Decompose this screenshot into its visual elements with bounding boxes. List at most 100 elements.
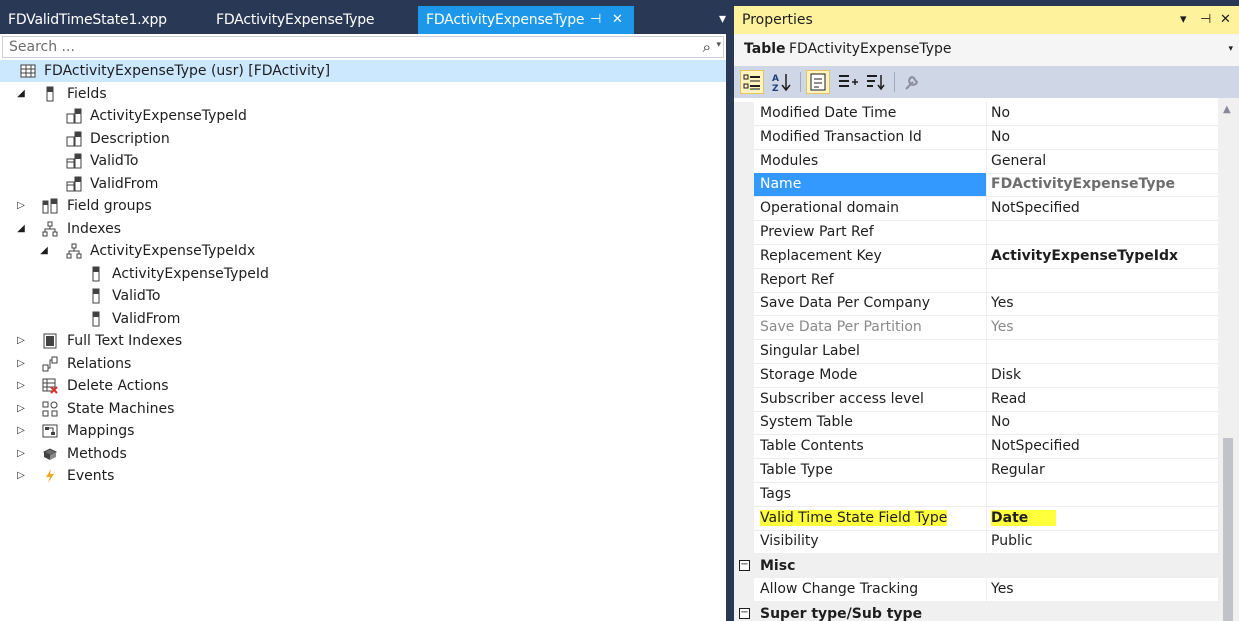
tree-item-index-field-activityexpensetypeid[interactable]: ActivityExpenseTypeId bbox=[0, 263, 726, 285]
tree-item-indexes[interactable]: ◢ Indexes bbox=[0, 218, 726, 240]
property-grid-scrollbar[interactable]: ▲ bbox=[1218, 98, 1239, 621]
property-row[interactable]: Modified Date Time No bbox=[734, 102, 1218, 126]
property-row[interactable]: Preview Part Ref bbox=[734, 221, 1218, 245]
property-row[interactable]: Save Data Per Partition Yes bbox=[734, 316, 1218, 341]
collapse-arrow-icon[interactable]: ◢ bbox=[14, 83, 28, 105]
expand-arrow-icon[interactable]: ▷ bbox=[14, 375, 28, 397]
tree-item-full-text-indexes[interactable]: ▷ Full Text Indexes bbox=[0, 330, 726, 352]
property-value[interactable]: No bbox=[987, 102, 1218, 125]
property-row[interactable]: Storage Mode Disk bbox=[734, 363, 1218, 388]
properties-button[interactable] bbox=[806, 70, 830, 94]
tree-item-delete-actions[interactable]: ▷ Delete Actions bbox=[0, 375, 726, 397]
property-row[interactable]: Replacement Key ActivityExpenseTypeIdx bbox=[734, 244, 1218, 269]
expand-arrow-icon[interactable]: ▷ bbox=[14, 195, 28, 217]
tree-item-mappings[interactable]: ▷ Mappings bbox=[0, 420, 726, 442]
property-row[interactable]: Allow Change Tracking Yes bbox=[734, 578, 1218, 602]
property-row[interactable]: Valid Time State Field Type Date bbox=[734, 506, 1218, 531]
events-button[interactable] bbox=[836, 70, 860, 94]
tree-item-fields[interactable]: ◢ Fields bbox=[0, 83, 726, 105]
expand-arrow-icon[interactable]: ▷ bbox=[14, 465, 28, 487]
close-icon[interactable]: ✕ bbox=[1220, 6, 1231, 34]
property-row[interactable]: Name FDActivityExpenseType bbox=[734, 173, 1218, 198]
scrollbar-thumb[interactable] bbox=[1223, 438, 1233, 621]
tree-item-relations[interactable]: ▷ Relations bbox=[0, 353, 726, 375]
tree-item-state-machines[interactable]: ▷ State Machines bbox=[0, 398, 726, 420]
collapse-arrow-icon[interactable]: ◢ bbox=[14, 218, 28, 240]
expand-arrow-icon[interactable]: ▷ bbox=[14, 353, 28, 375]
property-value[interactable]: General bbox=[987, 150, 1218, 173]
property-row[interactable]: Table Type Regular bbox=[734, 459, 1218, 483]
expand-arrow-icon[interactable]: ▷ bbox=[14, 443, 28, 465]
tab-fdactivityexpensetype[interactable]: FDActivityExpenseType bbox=[208, 6, 414, 34]
property-value[interactable] bbox=[987, 483, 1218, 506]
property-value[interactable]: Public bbox=[987, 530, 1218, 553]
pin-icon[interactable]: ⊣ bbox=[1200, 6, 1211, 34]
tree-item-field-description[interactable]: Description bbox=[0, 128, 726, 150]
expand-arrow-icon[interactable]: ▷ bbox=[14, 398, 28, 420]
sort-button[interactable] bbox=[864, 70, 888, 94]
property-row[interactable]: Operational domain NotSpecified bbox=[734, 197, 1218, 222]
property-pages-button[interactable] bbox=[900, 70, 924, 94]
property-value[interactable]: NotSpecified bbox=[987, 435, 1218, 458]
tree-item-methods[interactable]: ▷ Methods bbox=[0, 443, 726, 465]
tree-item-events[interactable]: ▷ Events bbox=[0, 465, 726, 487]
property-value[interactable]: Yes bbox=[987, 578, 1218, 601]
property-category[interactable]: − Misc bbox=[734, 554, 1218, 579]
property-row[interactable]: Visibility Public bbox=[734, 530, 1218, 555]
property-category[interactable]: − Super type/Sub type bbox=[734, 601, 1218, 621]
property-row[interactable]: Save Data Per Company Yes bbox=[734, 292, 1218, 317]
property-value[interactable]: Yes bbox=[987, 292, 1218, 315]
search-input[interactable] bbox=[9, 37, 669, 57]
tree-item-field-validto[interactable]: ValidTo bbox=[0, 150, 726, 172]
tree-item-field-groups[interactable]: ▷ Field groups bbox=[0, 195, 726, 217]
tree-item-field-validfrom[interactable]: ValidFrom bbox=[0, 173, 726, 195]
property-row[interactable]: Report Ref bbox=[734, 268, 1218, 293]
property-value[interactable]: Regular bbox=[987, 459, 1218, 482]
expand-arrow-icon[interactable]: ▷ bbox=[14, 420, 28, 442]
property-value[interactable] bbox=[987, 340, 1218, 363]
categorized-button[interactable] bbox=[740, 70, 764, 94]
tree-item-index-activityexpensetypeidx[interactable]: ◢ ActivityExpenseTypeIdx bbox=[0, 240, 726, 262]
collapse-arrow-icon[interactable]: ◢ bbox=[37, 240, 51, 262]
tab-fdvalidtimestate1[interactable]: FDValidTimeState1.xpp bbox=[0, 6, 206, 34]
property-value[interactable]: Read bbox=[987, 388, 1218, 411]
property-row[interactable]: Singular Label bbox=[734, 340, 1218, 364]
expand-arrow-icon[interactable]: ▷ bbox=[14, 330, 28, 352]
property-row[interactable]: Tags bbox=[734, 482, 1218, 507]
tab-fdactivityexpensetype-active[interactable]: FDActivityExpenseType ⊣ ✕ bbox=[418, 6, 634, 34]
object-selector[interactable]: Table FDActivityExpenseType ▾ bbox=[734, 34, 1239, 66]
tree-item-label: ActivityExpenseTypeId bbox=[90, 108, 247, 124]
property-row[interactable]: Subscriber access level Read bbox=[734, 387, 1218, 412]
tree-item-root[interactable]: FDActivityExpenseType (usr) [FDActivity] bbox=[0, 60, 726, 82]
property-row-gutter bbox=[734, 292, 754, 317]
property-value[interactable] bbox=[987, 269, 1218, 292]
property-value[interactable]: No bbox=[987, 411, 1218, 434]
alphabetical-button[interactable]: A Z bbox=[770, 70, 794, 94]
property-row[interactable]: Modules General bbox=[734, 149, 1218, 174]
tree-item-index-field-validto[interactable]: ValidTo bbox=[0, 285, 726, 307]
tree-item-field-activityexpensetypeid[interactable]: ActivityExpenseTypeId bbox=[0, 105, 726, 127]
property-value[interactable]: ActivityExpenseTypeIdx bbox=[987, 245, 1218, 268]
tree-item-index-field-validfrom[interactable]: ValidFrom bbox=[0, 308, 726, 330]
collapse-category-icon[interactable]: − bbox=[739, 560, 750, 572]
chevron-down-icon[interactable]: ▾ bbox=[1228, 44, 1233, 54]
collapse-category-icon[interactable]: − bbox=[739, 607, 750, 619]
search-icon[interactable]: ⌕ bbox=[703, 38, 711, 56]
property-name: Preview Part Ref bbox=[754, 221, 986, 244]
window-menu-icon[interactable]: ▾ bbox=[1180, 6, 1187, 34]
property-row[interactable]: Table Contents NotSpecified bbox=[734, 435, 1218, 460]
chevron-down-icon[interactable]: ▾ bbox=[716, 40, 721, 50]
property-value[interactable] bbox=[987, 221, 1218, 244]
property-value[interactable]: Date bbox=[987, 507, 1218, 530]
scroll-up-icon[interactable]: ▲ bbox=[1223, 104, 1231, 115]
tab-list-dropdown-icon[interactable]: ▾ bbox=[719, 6, 726, 34]
property-row[interactable]: System Table No bbox=[734, 411, 1218, 436]
property-value[interactable]: FDActivityExpenseType bbox=[987, 173, 1218, 196]
property-value[interactable]: Yes bbox=[987, 316, 1218, 339]
close-icon[interactable]: ✕ bbox=[612, 6, 623, 34]
property-value[interactable]: Disk bbox=[987, 364, 1218, 387]
pin-icon[interactable]: ⊣ bbox=[590, 6, 601, 34]
property-value[interactable]: No bbox=[987, 126, 1218, 149]
property-value[interactable]: NotSpecified bbox=[987, 197, 1218, 220]
property-row[interactable]: Modified Transaction Id No bbox=[734, 125, 1218, 150]
